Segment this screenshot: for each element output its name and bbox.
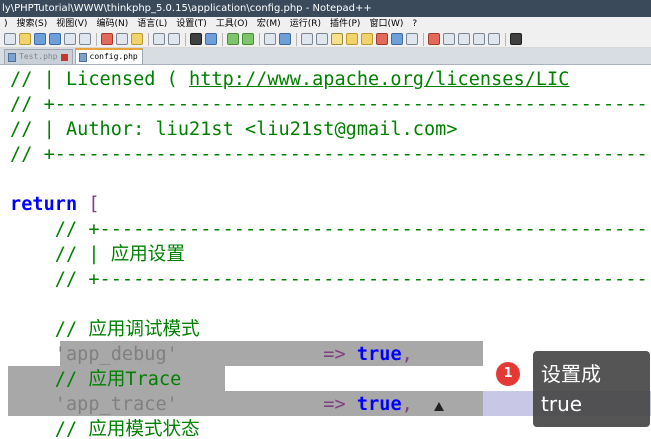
menu-plugins[interactable]: 插件(P) (326, 17, 365, 31)
code-line: // +------------------------------------… (10, 94, 651, 115)
file-icon (8, 52, 16, 62)
redo-icon[interactable] (168, 33, 180, 45)
annotation-text: 设置成 true (541, 362, 601, 416)
toolbar-separator (505, 32, 506, 46)
user-language-icon[interactable] (346, 33, 358, 45)
monitoring-icon[interactable] (406, 33, 418, 45)
console-icon[interactable] (510, 33, 522, 45)
print-icon[interactable] (79, 33, 91, 45)
tab-test-php[interactable]: Test.php (4, 49, 73, 64)
tab-label: Test.php (19, 52, 58, 61)
code-operator: => (323, 394, 346, 415)
code-keyword: true (356, 394, 402, 415)
new-file-icon[interactable] (4, 33, 16, 45)
code-keyword: true (356, 344, 402, 365)
function-list-icon[interactable] (376, 33, 388, 45)
run-macro-multiple-icon[interactable] (473, 33, 485, 45)
paste-icon[interactable] (131, 33, 143, 45)
toolbar-separator (423, 32, 424, 46)
code-bracket: [ (77, 194, 100, 215)
replace-icon[interactable] (205, 33, 217, 45)
record-macro-icon[interactable] (428, 33, 440, 45)
menu-run[interactable]: 运行(R) (286, 17, 326, 31)
mouse-cursor-icon (434, 402, 444, 411)
close-file-icon[interactable] (64, 33, 76, 45)
menu-bar: ) 搜索(S) 视图(V) 编码(N) 语言(L) 设置(T) 工具(O) 宏(… (0, 17, 651, 31)
code-keyword: return (10, 194, 78, 215)
tab-bar: Test.php config.php (0, 48, 651, 65)
menu-tools[interactable]: 工具(O) (212, 17, 253, 31)
menu-view[interactable]: 视图(V) (52, 17, 92, 31)
zoom-out-icon[interactable] (242, 33, 254, 45)
code-line: // 应用调试模式 (10, 319, 200, 340)
code-line: 'app_trace' => true, (10, 392, 413, 417)
play-macro-icon[interactable] (458, 33, 470, 45)
tab-config-php[interactable]: config.php (74, 48, 143, 64)
code-comma: , (401, 394, 413, 415)
toolbar-separator (96, 32, 97, 46)
code-url-link[interactable]: http://www.apache.org/licenses/LIC (189, 69, 569, 90)
code-line: // +------------------------------------… (10, 219, 651, 240)
code-line: // | 应用设置 (10, 244, 185, 265)
tab-label: config.php (89, 52, 138, 61)
menu-encoding[interactable]: 编码(N) (92, 17, 133, 31)
menu-file-partial[interactable]: ) (0, 17, 13, 31)
code-padding (178, 344, 323, 365)
code-line: 'app_debug' => true, (10, 342, 413, 367)
code-line: // +------------------------------------… (10, 269, 651, 290)
window-title: ly\PHPTutorial\WWW\thinkphp_5.0.15\appli… (2, 3, 372, 14)
toolbar-separator (296, 32, 297, 46)
annotation-callout: 设置成 true (533, 351, 650, 427)
file-icon (78, 52, 87, 62)
menu-search[interactable]: 搜索(S) (13, 17, 53, 31)
save-macro-icon[interactable] (488, 33, 500, 45)
menu-help[interactable]: ? (408, 17, 422, 31)
find-icon[interactable] (190, 33, 202, 45)
menu-language[interactable]: 语言(L) (133, 17, 172, 31)
sync-vertical-icon[interactable] (264, 33, 276, 45)
cut-icon[interactable] (101, 33, 113, 45)
code-line: // | Licensed ( http://www.apache.org/li… (10, 67, 569, 92)
code-comma: , (401, 344, 413, 365)
code-padding (178, 394, 323, 415)
sync-horizontal-icon[interactable] (279, 33, 291, 45)
open-file-icon[interactable] (19, 33, 31, 45)
zoom-in-icon[interactable] (227, 33, 239, 45)
doc-map-icon[interactable] (361, 33, 373, 45)
show-all-chars-icon[interactable] (316, 33, 328, 45)
code-string: 'app_debug' (54, 344, 178, 365)
stop-macro-icon[interactable] (443, 33, 455, 45)
indent-guide-icon[interactable] (331, 33, 343, 45)
word-wrap-icon[interactable] (301, 33, 313, 45)
window-title-bar: ly\PHPTutorial\WWW\thinkphp_5.0.15\appli… (0, 0, 651, 17)
toolbar-separator (259, 32, 260, 46)
save-all-icon[interactable] (49, 33, 61, 45)
code-line: return [ (10, 192, 100, 217)
copy-icon[interactable] (116, 33, 128, 45)
undo-icon[interactable] (153, 33, 165, 45)
menu-settings[interactable]: 设置(T) (172, 17, 212, 31)
save-icon[interactable] (34, 33, 46, 45)
toolbar-separator (148, 32, 149, 46)
toolbar-separator (185, 32, 186, 46)
toolbar (0, 31, 651, 48)
toolbar-separator (222, 32, 223, 46)
code-string: 'app_trace' (54, 394, 178, 415)
code-line: // 应用模式状态 (10, 419, 200, 439)
code-comment: // | Licensed ( (10, 69, 190, 90)
menu-window[interactable]: 窗口(W) (365, 17, 408, 31)
code-line: // | Author: liu21st <liu21st@gmail.com> (10, 119, 458, 140)
code-line: // 应用Trace (10, 369, 182, 390)
code-operator: => (323, 344, 346, 365)
step-badge: 1 (496, 362, 520, 386)
folder-workspace-icon[interactable] (391, 33, 403, 45)
code-line: // +------------------------------------… (10, 144, 651, 165)
close-icon[interactable] (60, 53, 68, 61)
menu-macro[interactable]: 宏(M) (253, 17, 286, 31)
